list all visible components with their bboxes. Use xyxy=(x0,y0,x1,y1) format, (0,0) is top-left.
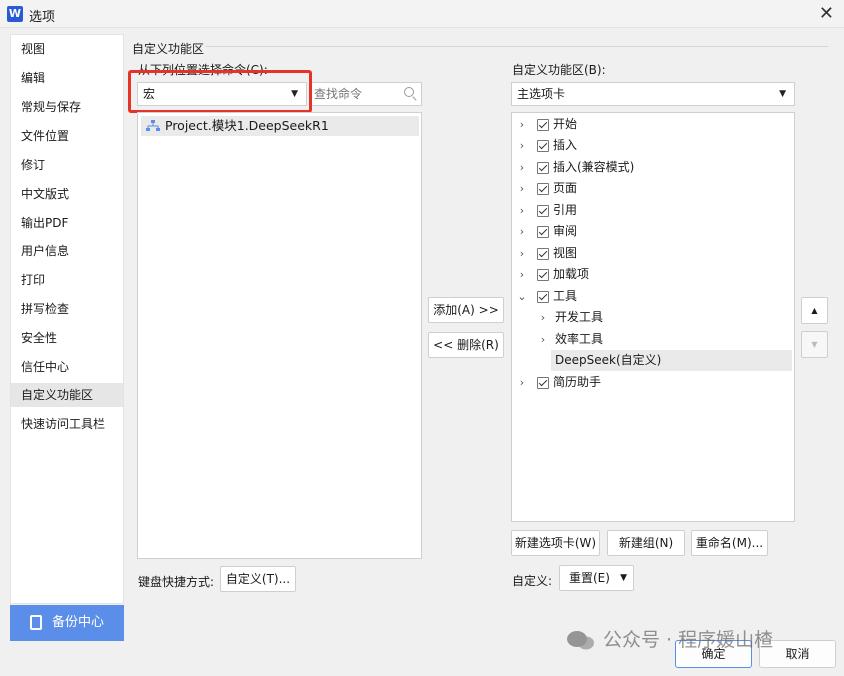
footer-area: 确定 取消 xyxy=(0,0,844,676)
watermark-text: 公众号 · 程序媛山楂 xyxy=(603,629,774,651)
wechat-icon xyxy=(567,631,594,650)
